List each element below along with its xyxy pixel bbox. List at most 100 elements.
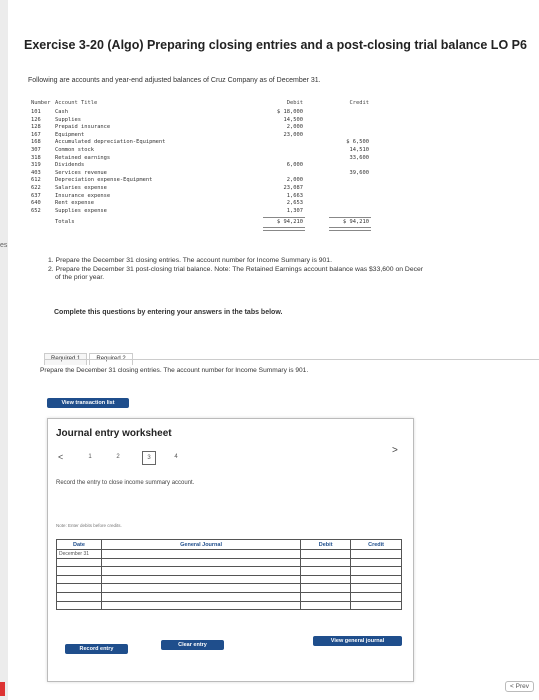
account-number: 128 [31, 124, 41, 131]
debit-cell[interactable] [300, 591, 352, 602]
journal-row [56, 583, 402, 593]
credit-cell[interactable] [350, 566, 402, 576]
account-cell[interactable] [100, 574, 302, 585]
trial-balance: Number Account Title Debit Credit 101 Cas… [29, 100, 376, 232]
credit-cell[interactable] [350, 600, 402, 611]
date-cell[interactable] [56, 557, 102, 568]
account-number: 168 [31, 139, 41, 146]
credit-cell[interactable] [350, 557, 402, 568]
journal-entry-table: Date General Journal Debit Credit Decemb… [56, 539, 402, 611]
credit-value: 14,510 [349, 146, 369, 153]
account-title: Retained earnings [55, 154, 111, 161]
credit-value: 39,600 [349, 169, 369, 176]
debit-cell[interactable] [300, 549, 352, 559]
date-cell[interactable] [56, 574, 102, 585]
header-account-title: Account Title [55, 100, 98, 106]
debit-value: 2,000 [286, 124, 303, 131]
total-double-rule-credit [329, 227, 371, 232]
account-title: Salaries expense [55, 184, 107, 191]
pager-page-3[interactable]: 3 [142, 451, 156, 465]
tab-prompt: Prepare the December 31 closing entries.… [40, 367, 309, 374]
totals-credit: $ 94,210 [343, 219, 369, 226]
trial-balance-totals: Totals $ 94,210 $ 94,210 [29, 217, 376, 232]
record-entry-button[interactable]: Record entry [65, 644, 128, 654]
pager-page-2[interactable]: 2 [112, 451, 124, 463]
date-cell[interactable] [56, 600, 102, 611]
credit-cell[interactable] [350, 591, 402, 602]
account-number: 319 [31, 162, 41, 169]
debit-value: 1,663 [286, 192, 303, 199]
journal-row [56, 557, 402, 568]
account-title: Services revenue [55, 169, 107, 176]
requirement-2: 2. Prepare the December 31 post-closing … [48, 265, 424, 273]
debit-value: 2,653 [286, 200, 303, 207]
trial-balance-row: 307 Common stock 14,510 [29, 147, 376, 155]
trial-balance-row: 637 Insurance expense 1,663 [29, 193, 376, 201]
journal-row [56, 574, 402, 585]
clear-entry-button[interactable]: Clear entry [161, 640, 224, 650]
debit-cell[interactable] [300, 600, 352, 611]
requirements-list: 1. Prepare the December 31 closing entri… [48, 257, 539, 283]
prev-button-label: Prev [515, 683, 529, 690]
trial-balance-row: 403 Services revenue 39,600 [29, 170, 376, 178]
account-cell[interactable] [100, 583, 302, 593]
account-cell[interactable] [100, 549, 302, 559]
column-date: Date [56, 539, 102, 550]
trial-balance-row: 318 Retained earnings 33,600 [29, 155, 376, 163]
credit-value: $ 6,500 [346, 139, 369, 146]
pager-page-1[interactable]: 1 [84, 451, 96, 463]
prev-button[interactable]: < Prev [505, 681, 534, 692]
debit-cell[interactable] [300, 583, 352, 593]
worksheet-note: Note: Enter debits before credits. [56, 523, 122, 528]
date-cell[interactable] [56, 566, 102, 576]
view-general-journal-button[interactable]: View general journal [313, 636, 402, 646]
credit-cell[interactable] [350, 549, 402, 559]
trial-balance-rows: 101 Cash $ 18,000 126 Supplies 14,500 128 Prepa… [29, 109, 376, 215]
account-title: Equipment [55, 131, 85, 138]
account-cell[interactable] [100, 566, 302, 576]
trial-balance-row: 126 Supplies 14,500 [29, 117, 376, 125]
debit-cell[interactable] [300, 557, 352, 568]
trial-balance-row: 640 Rent expense 2,653 [29, 200, 376, 208]
header-number: Number [31, 100, 51, 106]
date-cell[interactable]: December 31 [56, 549, 102, 559]
date-cell[interactable] [56, 583, 102, 593]
account-title: Cash [55, 109, 68, 115]
trial-balance-row: 622 Salaries expense 23,087 [29, 185, 376, 193]
account-cell[interactable] [100, 557, 302, 568]
trial-balance-row: 167 Equipment 23,000 [29, 132, 376, 140]
side-tab-label: es [0, 242, 8, 249]
journal-table-body: December 31 [56, 549, 402, 611]
account-number: 403 [31, 169, 41, 176]
account-title: Common stock [55, 146, 94, 153]
debit-value: 23,000 [283, 131, 303, 138]
totals-label: Totals [55, 219, 75, 226]
view-transaction-list-button[interactable]: View transaction list [47, 398, 129, 408]
debit-cell[interactable] [300, 566, 352, 576]
debit-cell[interactable] [300, 574, 352, 585]
pager-next-arrow-icon[interactable]: > [392, 445, 398, 456]
page-title: Exercise 3-20 (Algo) Preparing closing e… [24, 38, 527, 52]
complete-instruction: Complete this questions by entering your… [54, 309, 283, 316]
intro-text: Following are accounts and year-end adju… [28, 77, 321, 84]
trial-balance-row: 319 Dividends 6,000 [29, 162, 376, 170]
date-cell[interactable] [56, 591, 102, 602]
requirement-2-cont: of the prior year. [55, 274, 105, 282]
pager-prev-arrow-icon[interactable]: < [58, 452, 63, 462]
worksheet-instruction: Record the entry to close income summary… [56, 480, 195, 486]
debit-value: 6,000 [286, 162, 303, 169]
red-edge-marker [0, 682, 5, 696]
account-number: 307 [31, 146, 41, 153]
column-general-journal: General Journal [100, 539, 302, 550]
totals-debit: $ 94,210 [277, 219, 303, 226]
credit-cell[interactable] [350, 583, 402, 593]
journal-table-header: Date General Journal Debit Credit [56, 539, 402, 550]
account-cell[interactable] [100, 600, 302, 611]
trial-balance-header: Number Account Title Debit Credit [29, 100, 376, 109]
account-cell[interactable] [100, 591, 302, 602]
credit-cell[interactable] [350, 574, 402, 585]
debit-value: 14,500 [283, 116, 303, 123]
trial-balance-row: 168 Accumulated depreciation-Equipment $ 6… [29, 139, 376, 147]
pager-page-4[interactable]: 4 [170, 451, 182, 463]
account-title: Supplies expense [55, 207, 107, 214]
